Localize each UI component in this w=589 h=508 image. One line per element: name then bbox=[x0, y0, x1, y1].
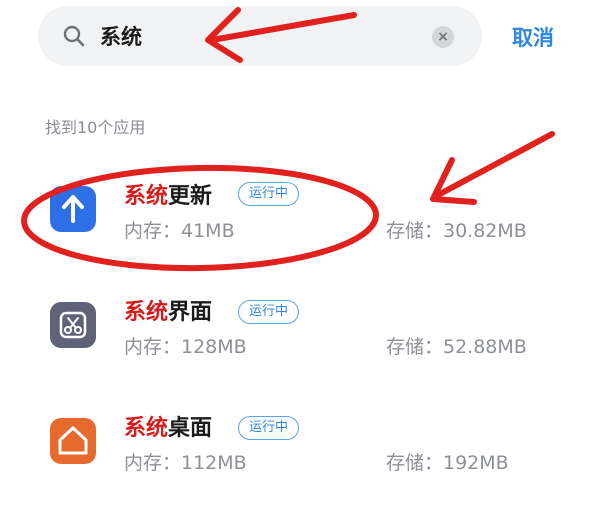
home-icon bbox=[58, 426, 88, 455]
app-title: 系统更新 bbox=[124, 184, 213, 209]
scissors-icon bbox=[59, 311, 87, 339]
app-title: 系统界面 bbox=[124, 300, 213, 325]
storage-usage: 存储：192MB bbox=[386, 452, 509, 474]
system-update-app-icon bbox=[50, 186, 96, 232]
list-item-system-launcher[interactable]: 系统桌面 运行中 内存：112MB 存储：192MB bbox=[0, 408, 589, 508]
status-badge: 运行中 bbox=[238, 300, 300, 324]
search-icon bbox=[63, 25, 85, 47]
app-title: 系统桌面 bbox=[124, 416, 213, 441]
memory-usage: 内存：41MB bbox=[124, 220, 235, 242]
search-input[interactable] bbox=[100, 20, 420, 52]
search-bar[interactable]: × bbox=[38, 6, 482, 66]
memory-usage: 内存：112MB bbox=[124, 452, 247, 474]
system-launcher-app-icon bbox=[50, 418, 96, 464]
up-arrow-icon bbox=[62, 195, 84, 223]
status-badge: 运行中 bbox=[238, 182, 300, 206]
clear-search-button[interactable]: × bbox=[432, 26, 454, 48]
storage-usage: 存储：30.82MB bbox=[386, 220, 527, 242]
system-ui-app-icon bbox=[50, 302, 96, 348]
list-item-system-ui[interactable]: 系统界面 运行中 内存：128MB 存储：52.88MB bbox=[0, 292, 589, 392]
storage-usage: 存储：52.88MB bbox=[386, 336, 527, 358]
cancel-button[interactable]: 取消 bbox=[512, 22, 554, 52]
list-item-system-update[interactable]: 系统更新 运行中 内存：41MB 存储：30.82MB bbox=[0, 176, 589, 276]
results-count: 找到10个应用 bbox=[45, 118, 146, 137]
status-badge: 运行中 bbox=[238, 416, 300, 440]
memory-usage: 内存：128MB bbox=[124, 336, 247, 358]
